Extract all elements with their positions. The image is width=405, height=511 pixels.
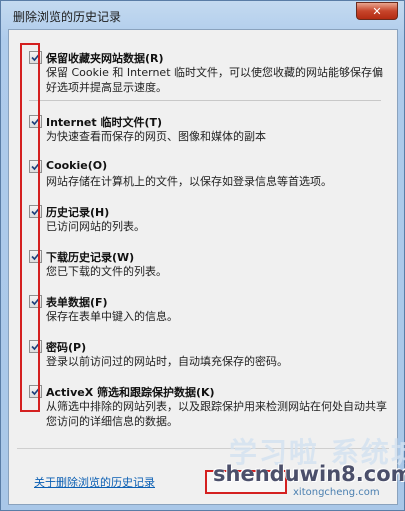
option-description: 您已下载的文件的列表。	[46, 265, 167, 278]
option-description: 保存在表单中键入的信息。	[46, 310, 178, 323]
dialog-content: 保留收藏夹网站数据(R) 保留 Cookie 和 Internet 临时文件，可…	[8, 29, 405, 505]
option-description: 网站存储在计算机上的文件，以保存如登录信息等首选项。	[46, 175, 332, 188]
option-title: 历史记录(H)	[46, 206, 110, 219]
about-delete-history-link[interactable]: 关于删除浏览的历史记录	[34, 474, 155, 490]
title-bar[interactable]: 删除浏览的历史记录 ✕	[1, 1, 404, 29]
option-description: 登录以前访问过的网站时，自动填充保存的密码。	[46, 355, 288, 368]
option-description: 保留 Cookie 和 Internet 临时文件，可以使您收藏的网站能够保存偏…	[46, 66, 383, 94]
option-title: 密码(P)	[46, 341, 87, 354]
highlight-box-checkboxes	[20, 43, 40, 412]
watermark-subtext: xitongcheng.com	[293, 487, 380, 498]
option-title: ActiveX 筛选和跟踪保护数据(K)	[46, 386, 215, 399]
option-title: 下载历史记录(W)	[46, 251, 135, 264]
close-icon: ✕	[372, 4, 382, 18]
option-title: Cookie(O)	[46, 159, 108, 172]
close-button[interactable]: ✕	[356, 2, 398, 20]
option-description: 已访问网站的列表。	[46, 220, 145, 233]
option-description: 为快速查看而保存的网页、图像和媒体的副本	[46, 130, 266, 143]
watermark-logo: shenduwin8.com	[213, 462, 405, 486]
dialog-window: 删除浏览的历史记录 ✕ 保留收藏夹网站数据(R) 保留 Cookie 和 Int…	[0, 0, 405, 511]
window-title: 删除浏览的历史记录	[13, 10, 122, 24]
option-title: 保留收藏夹网站数据(R)	[46, 52, 164, 65]
divider	[29, 100, 381, 101]
option-title: Internet 临时文件(T)	[46, 116, 163, 129]
option-description: 从筛选中排除的网站列表，以及跟踪保护用来检测网站在何处自动共享您访问的详细信息的…	[46, 400, 387, 428]
option-title: 表单数据(F)	[46, 296, 108, 309]
